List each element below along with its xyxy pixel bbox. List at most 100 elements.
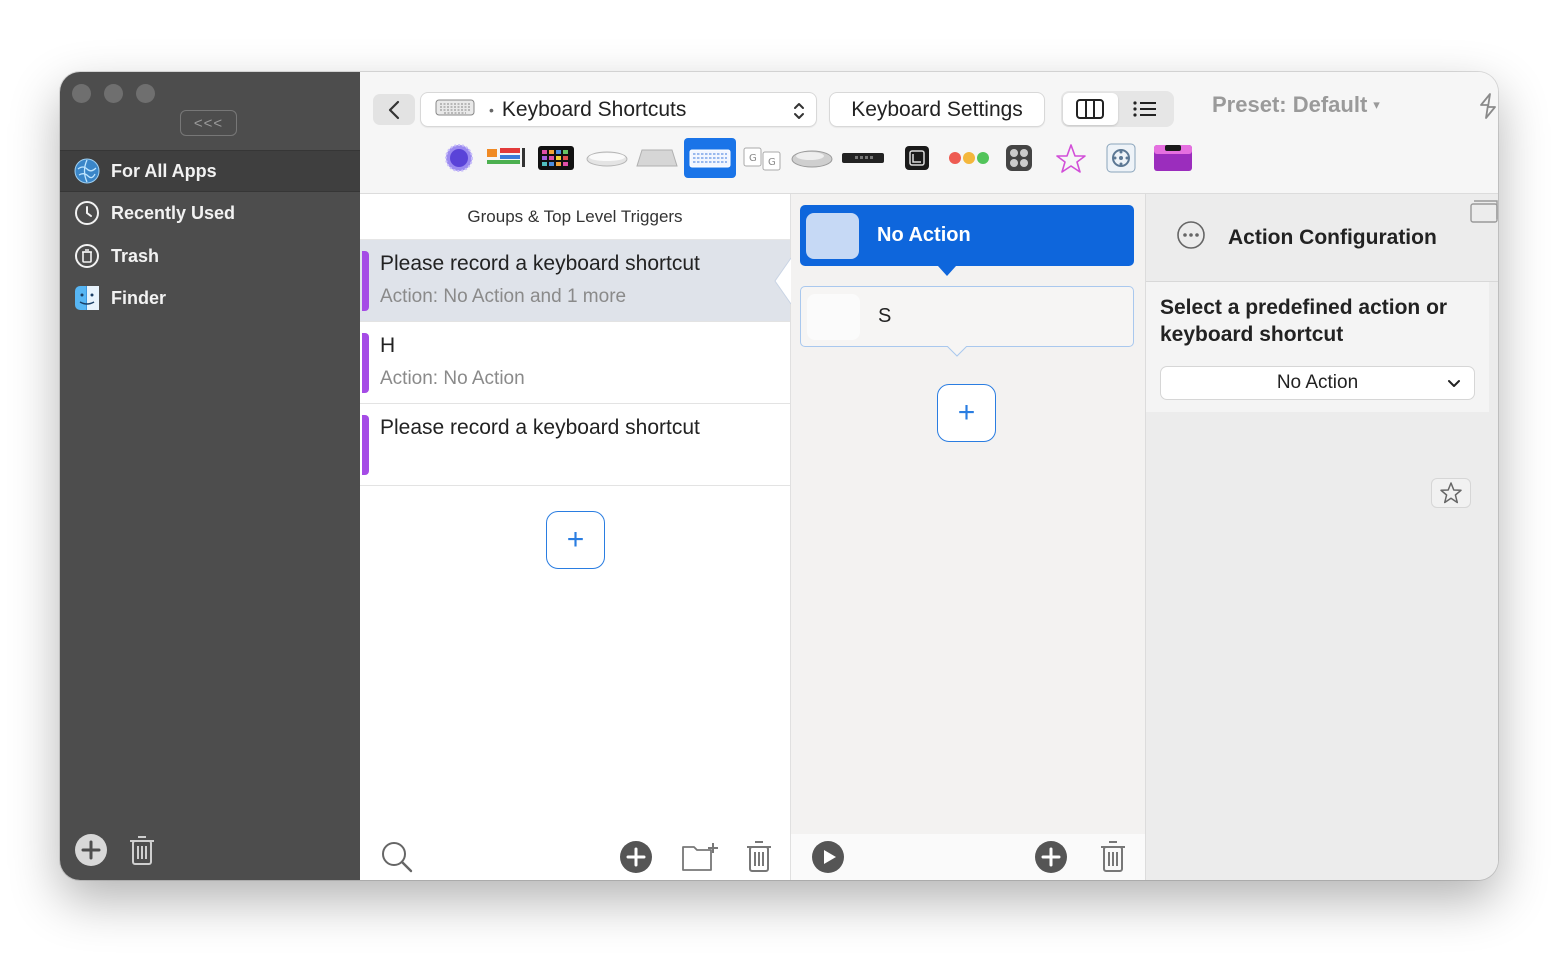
favorite-action-button[interactable] [1431,478,1471,508]
plus-circle-icon [75,834,107,866]
actions-footer [791,834,1145,880]
cheat-icon[interactable] [997,138,1041,178]
selection-pointer [774,257,791,305]
trigger-subtitle: Action: No Action [380,368,525,389]
delete-action-button[interactable] [1099,839,1127,878]
zoom-window-button[interactable] [136,84,155,103]
mouse-icon[interactable] [790,138,834,178]
trash-icon [747,841,771,872]
svg-text:G: G [768,157,776,168]
trigger-title: Please record a keyboard shortcut [380,416,700,439]
stream-deck-icon[interactable] [895,138,939,178]
preset-selector[interactable]: Preset: Default ▾ [1212,92,1380,118]
action-pointer [947,346,967,357]
toolbar: • Keyboard Shortcuts Keyboard Settings P… [360,72,1498,194]
keyboard-icon[interactable] [684,138,736,178]
trigger-color-bar [362,415,369,475]
actions-column: No Action S + [791,194,1145,880]
magic-trackpad-icon[interactable] [635,138,679,178]
trigger-category-dropdown[interactable]: • Keyboard Shortcuts [420,92,817,127]
triggers-header: Groups & Top Level Triggers [360,194,790,240]
action-card-selected[interactable]: No Action [800,205,1134,266]
sidebar-item-finder[interactable]: Finder [60,277,360,319]
sidebar-item-recently-used[interactable]: Recently Used [60,192,360,234]
app-window: <<< For All Apps Recently Used Trash Fin… [60,72,1498,880]
action-swatch [807,293,860,340]
search-icon[interactable] [380,840,414,879]
add-trigger-footer-button[interactable] [619,840,653,879]
trigger-row[interactable]: Please record a keyboard shortcut [360,404,790,486]
more-options-icon[interactable] [1176,220,1206,255]
siri-remote-icon[interactable] [841,138,885,178]
sidebar-item-label: Finder [111,287,167,308]
action-card[interactable]: S [800,286,1134,347]
add-app-button[interactable] [74,833,108,872]
keyboard-settings-button[interactable]: Keyboard Settings [829,92,1045,127]
selected-action-pointer [938,266,956,276]
add-action-footer-button[interactable] [1034,840,1068,879]
separator-dot: • [489,101,494,118]
sidebar-item-trash[interactable]: Trash [60,235,360,277]
preset-caret: ▾ [1373,97,1380,112]
config-header: Action Configuration [1146,194,1498,282]
list-icon [1133,101,1156,117]
star-draw-icon[interactable] [1049,138,1093,178]
add-trigger-button[interactable]: + [546,511,605,569]
add-action-button[interactable]: + [937,384,996,442]
streamdeck-icon[interactable] [534,138,578,178]
preset-label: Preset: Default [1212,92,1368,117]
sidebar: <<< For All Apps Recently Used Trash Fin… [60,72,360,880]
plus-circle-icon [620,841,652,873]
magic-mouse-icon[interactable] [585,138,629,178]
gesture-icon[interactable]: GG [740,138,784,178]
columns-icon [1076,99,1105,119]
notch-bar-icon[interactable] [1151,138,1195,178]
list-view-button[interactable] [1118,93,1173,125]
sidebar-item-label: Recently Used [111,202,236,223]
chevron-left-icon [388,100,400,119]
midi-icon[interactable] [1099,138,1143,178]
finder-icon [73,285,100,312]
globe-icon [73,158,100,185]
play-button[interactable] [811,840,845,879]
chevron-down-icon [1446,375,1462,397]
trigger-color-bar [362,251,369,311]
sidebar-item-label: Trash [111,245,160,266]
minimize-window-button[interactable] [104,84,123,103]
delete-app-button[interactable] [128,834,156,871]
config-title: Action Configuration [1228,225,1437,249]
predefined-action-select[interactable]: No Action [1160,366,1475,400]
touchbar-icon[interactable] [483,138,527,178]
clock-icon [73,200,100,227]
new-folder-button[interactable] [681,841,719,878]
trigger-color-bar [362,333,369,393]
collapse-sidebar-button[interactable]: <<< [180,110,237,136]
close-window-button[interactable] [72,84,91,103]
action-swatch [806,212,859,259]
column-view-button[interactable] [1063,93,1118,125]
trigger-row[interactable]: H Action: No Action [360,322,790,404]
star-icon [1440,482,1462,504]
trash-icon [130,836,154,865]
folder-plus-icon [682,843,718,871]
play-circle-icon [812,841,844,873]
delete-trigger-button[interactable] [745,839,773,878]
sidebar-footer [74,833,156,872]
trigger-title: Please record a keyboard shortcut [380,252,700,275]
trigger-subtitle: Action: No Action and 1 more [380,286,627,307]
svg-text:G: G [749,153,757,164]
trash-icon [1101,841,1125,872]
window-controls [72,84,155,103]
touchpad-icon[interactable] [437,138,481,178]
updown-chevron-icon [792,100,806,128]
keyboard-icon [435,97,475,123]
trash-icon [73,243,100,270]
sync-icon[interactable] [1476,92,1498,125]
trigger-title: H [380,334,396,357]
back-button[interactable] [373,94,415,125]
detach-window-icon[interactable] [1470,200,1498,229]
triggers-footer [360,834,790,880]
other-icon[interactable] [947,138,991,178]
sidebar-item-for-all-apps[interactable]: For All Apps [60,150,360,192]
trigger-row[interactable]: Please record a keyboard shortcut Action… [360,240,791,322]
